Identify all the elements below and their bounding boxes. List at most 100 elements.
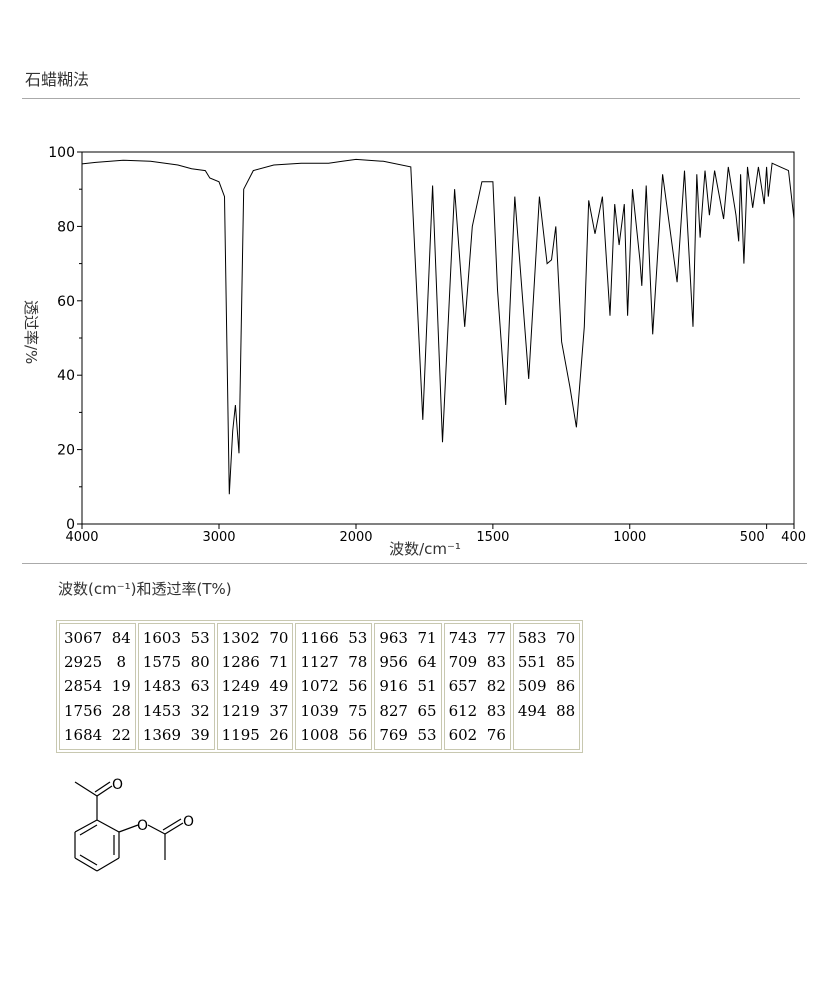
peak-table-row: 1195 26 <box>222 723 289 747</box>
peak-wavenumber: 1127 <box>300 653 339 672</box>
peak-wavenumber: 743 <box>448 629 478 647</box>
y-axis-label: 透过率/% <box>22 300 40 364</box>
x-tick-label: 400 <box>781 530 806 545</box>
peak-transmittance: 8 <box>106 653 127 672</box>
peak-wavenumber: 1008 <box>300 725 339 744</box>
peak-wavenumber: 1195 <box>221 725 260 744</box>
peak-wavenumber: 2854 <box>64 677 103 696</box>
peak-transmittance: 53 <box>412 725 437 744</box>
peak-transmittance: 82 <box>482 677 506 696</box>
peak-wavenumber: 1453 <box>142 701 182 720</box>
molecule-oxygen-ester: O <box>183 814 194 830</box>
peak-transmittance: 64 <box>412 653 437 672</box>
y-tick-label: 100 <box>48 145 75 161</box>
peak-wavenumber: 709 <box>448 653 478 672</box>
peak-wavenumber: 3067 <box>64 629 103 647</box>
peak-transmittance: 32 <box>185 701 210 720</box>
molecule-oxygen-ether: O <box>137 818 148 834</box>
peak-wavenumber: 583 <box>517 629 547 647</box>
peak-table-row: 1756 28 <box>64 699 131 723</box>
peak-table-title: 波数(cm⁻¹)和透过率(T%) <box>58 580 232 598</box>
peak-wavenumber: 769 <box>379 725 408 744</box>
divider-bottom <box>22 563 807 564</box>
peak-table-row: 1166 53 <box>300 626 367 650</box>
peak-wavenumber: 1684 <box>64 725 103 744</box>
peak-wavenumber: 1302 <box>221 629 260 647</box>
peak-transmittance: 56 <box>343 725 368 744</box>
peak-transmittance: 26 <box>264 725 289 744</box>
peak-transmittance: 71 <box>412 629 437 647</box>
peak-transmittance: 76 <box>482 725 506 744</box>
peak-table-row: 1684 22 <box>64 723 131 747</box>
peak-wavenumber: 1039 <box>300 701 339 720</box>
peak-table-row: 963 71 <box>379 626 436 650</box>
peak-wavenumber: 963 <box>379 629 408 647</box>
peak-table-row: 769 53 <box>379 723 436 747</box>
peak-table-row: 1039 75 <box>300 699 367 723</box>
peak-transmittance: 85 <box>551 653 576 672</box>
peak-table-row: 612 83 <box>449 699 506 723</box>
peak-wavenumber: 1286 <box>221 653 260 672</box>
peak-transmittance: 84 <box>106 629 131 647</box>
peak-transmittance: 65 <box>412 701 437 720</box>
peak-table-row: 551 85 <box>518 650 575 674</box>
peak-table-row: 2854 19 <box>64 674 131 698</box>
peak-table-row: 743 77 <box>449 626 506 650</box>
peak-transmittance: 63 <box>185 677 210 696</box>
peak-wavenumber: 827 <box>379 701 408 720</box>
peak-table-column: 743 77 709 83 657 82 612 83 602 76 <box>443 623 511 751</box>
x-tick-label: 1500 <box>476 530 509 545</box>
peak-table-row: 827 65 <box>379 699 436 723</box>
peak-wavenumber: 1166 <box>300 629 339 647</box>
x-tick-label: 3000 <box>202 530 235 545</box>
peak-table-row: 916 51 <box>379 674 436 698</box>
peak-wavenumber: 612 <box>448 701 478 720</box>
peak-table-row: 657 82 <box>449 674 506 698</box>
peak-wavenumber: 1603 <box>142 629 182 647</box>
peak-table-row: 2925 8 <box>64 650 131 674</box>
peak-table: 3067 84 2925 8 2854 19 1756 28 1684 22 1603 5… <box>56 620 584 754</box>
x-tick-label: 1000 <box>613 530 646 545</box>
molecule-oxygen-ketone: O <box>112 777 123 793</box>
peak-table-row: 1249 49 <box>222 674 289 698</box>
peak-wavenumber: 956 <box>379 653 408 672</box>
peak-table-column: 3067 84 2925 8 2854 19 1756 28 1684 22 <box>59 623 136 751</box>
peak-transmittance: 70 <box>264 629 289 647</box>
x-tick-label: 2000 <box>339 530 372 545</box>
peak-transmittance: 80 <box>185 653 210 672</box>
peak-transmittance: 56 <box>343 677 368 696</box>
y-tick-label: 40 <box>57 368 75 384</box>
peak-table-row: 1603 53 <box>143 626 210 650</box>
peak-transmittance: 88 <box>551 701 576 720</box>
peak-transmittance: 53 <box>185 629 210 647</box>
peak-table-column: 1302 70 1286 71 1249 49 1219 37 1195 26 <box>216 623 294 751</box>
ir-spectrum-chart: 0204060801004000 3000 2000 1500 1000 500 400 波… <box>22 145 806 558</box>
molecule-structure: O O O <box>74 777 194 872</box>
spectrum-line <box>81 158 795 495</box>
peak-transmittance: 78 <box>343 653 368 672</box>
peak-table-row: 509 86 <box>518 674 575 698</box>
chart-ticks: 0204060801004000 3000 2000 1500 1000 500 400 <box>48 145 806 545</box>
peak-table-row: 1286 71 <box>222 650 289 674</box>
peak-wavenumber: 916 <box>379 677 408 696</box>
y-tick-label: 80 <box>57 219 75 235</box>
peak-wavenumber: 1369 <box>142 725 182 744</box>
y-tick-label: 60 <box>57 294 75 310</box>
peak-table-row: 494 88 <box>518 699 575 723</box>
peak-table-row: 709 83 <box>449 650 506 674</box>
peak-table-row: 1127 78 <box>300 650 367 674</box>
x-axis-label: 波数/cm⁻¹ <box>389 540 461 558</box>
peak-table-row: 1483 63 <box>143 674 210 698</box>
peak-table-row: 1219 37 <box>222 699 289 723</box>
peak-transmittance: 39 <box>185 725 210 744</box>
peak-transmittance: 19 <box>106 677 131 696</box>
peak-transmittance: 53 <box>343 629 368 647</box>
peak-table-column: 1166 53 1127 78 1072 56 1039 75 1008 56 <box>295 623 373 751</box>
peak-table-row: 3067 84 <box>64 626 131 650</box>
peak-transmittance: 22 <box>106 725 131 744</box>
peak-transmittance: 49 <box>264 677 289 696</box>
peak-transmittance: 51 <box>412 677 437 696</box>
peak-wavenumber: 1756 <box>64 701 103 720</box>
peak-transmittance: 83 <box>482 701 506 720</box>
peak-wavenumber: 509 <box>517 677 547 696</box>
